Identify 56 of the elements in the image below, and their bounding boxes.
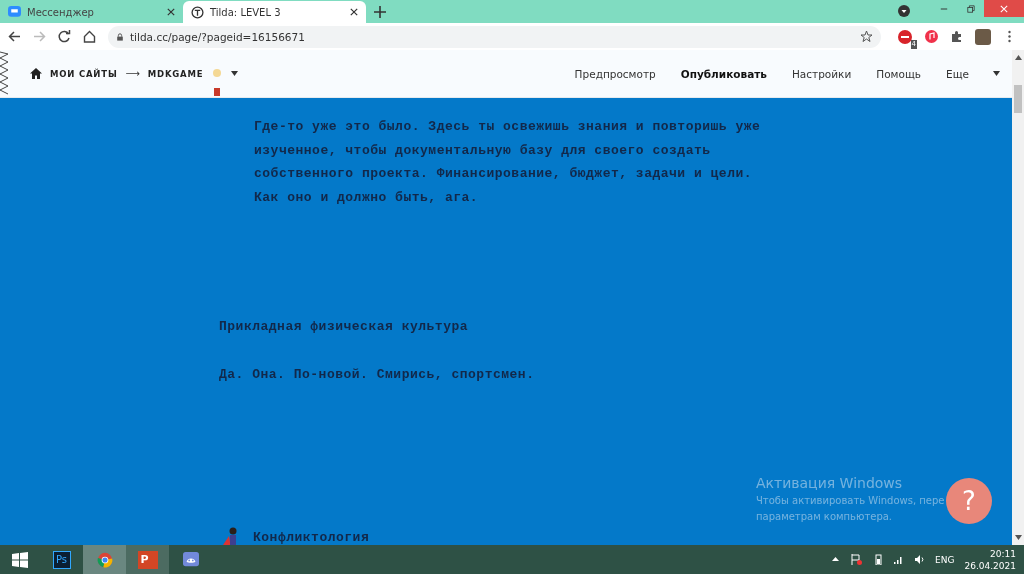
taskbar-app[interactable]: P xyxy=(126,545,169,574)
toolbar-link[interactable]: Помощь xyxy=(876,67,921,80)
publish-link[interactable]: Опубликовать xyxy=(680,67,767,80)
close-icon xyxy=(1000,4,1008,13)
taskbar-app[interactable]: Ps xyxy=(40,545,83,574)
browser-tab[interactable]: Мессенджер xyxy=(0,1,183,23)
activation-message: параметрам компьютера. xyxy=(756,510,894,524)
powerpoint-icon: P xyxy=(137,550,158,569)
windows-logo-icon xyxy=(12,551,28,568)
stop-sign-icon[interactable] xyxy=(897,28,913,45)
plus-icon[interactable] xyxy=(374,6,386,18)
caret-icon[interactable] xyxy=(231,71,239,76)
forward-arrow-icon xyxy=(33,30,46,43)
puzzle-icon[interactable] xyxy=(950,30,963,43)
flag-icon[interactable] xyxy=(851,554,863,565)
game-controller-icon xyxy=(182,551,199,568)
activation-title: Активация Windows xyxy=(756,474,904,493)
paragraph: Да. Она. По-новой. Смирись, спортсмен. xyxy=(219,365,536,384)
home-icon[interactable] xyxy=(30,68,42,79)
letter-t-circle-icon xyxy=(191,5,204,19)
battery-icon[interactable] xyxy=(872,554,884,565)
signal-icon[interactable] xyxy=(893,554,905,565)
language-indicator[interactable]: ENG xyxy=(935,554,955,565)
breadcrumb-link[interactable]: MDKGAME xyxy=(147,68,204,79)
avatar-icon[interactable] xyxy=(975,28,991,45)
close-icon[interactable] xyxy=(350,8,358,16)
restore-icon xyxy=(966,4,975,13)
scrollbar-thumb[interactable] xyxy=(1014,85,1022,113)
section-heading: Конфликтология xyxy=(253,529,370,545)
section-heading: Прикладная физическая культура xyxy=(219,318,470,336)
back-arrow-icon[interactable] xyxy=(8,30,21,43)
down-arrow-icon[interactable] xyxy=(1014,535,1022,540)
toolbar-link[interactable]: Настройки xyxy=(791,67,852,80)
activation-message: Чтобы активировать Windows, пере xyxy=(756,494,945,508)
home-icon[interactable] xyxy=(83,30,96,43)
star-icon[interactable] xyxy=(860,30,873,43)
speaker-icon[interactable] xyxy=(914,554,926,565)
address-bar[interactable]: tilda.cc/page/?pageid=16156671 xyxy=(108,25,881,48)
caret-icon xyxy=(993,71,1000,76)
clock[interactable]: 20:11 26.04.2021 xyxy=(964,547,1016,572)
lock-icon xyxy=(116,32,124,41)
reload-icon[interactable] xyxy=(58,30,71,43)
chat-icon xyxy=(8,5,21,19)
breadcrumb-link[interactable]: МОИ САЙТЫ xyxy=(50,68,118,79)
profile-icon[interactable] xyxy=(898,5,910,17)
music-note-icon[interactable] xyxy=(925,30,938,43)
breadcrumb-arrow: ⟶ xyxy=(125,68,140,79)
up-arrow-icon[interactable] xyxy=(1014,55,1022,60)
more-menu[interactable]: Еще xyxy=(946,67,1000,80)
photoshop-icon: Ps xyxy=(52,550,71,569)
scrollbar[interactable] xyxy=(1012,50,1024,545)
paragraph: Где-то уже это было. Здесь ты освежишь знания и повторишь уже изученное, чтобы документальную базу для своего создать собственного проекта. Финансирование, бюджет, задачи и цели. Как оно и должно быть, ага. xyxy=(254,118,762,207)
toolbar-link[interactable]: Предпросмотр xyxy=(574,67,656,80)
close-icon[interactable] xyxy=(167,8,175,16)
browser-tab[interactable]: Tilda: LEVEL 3 xyxy=(183,1,366,23)
chrome-icon xyxy=(96,551,113,568)
